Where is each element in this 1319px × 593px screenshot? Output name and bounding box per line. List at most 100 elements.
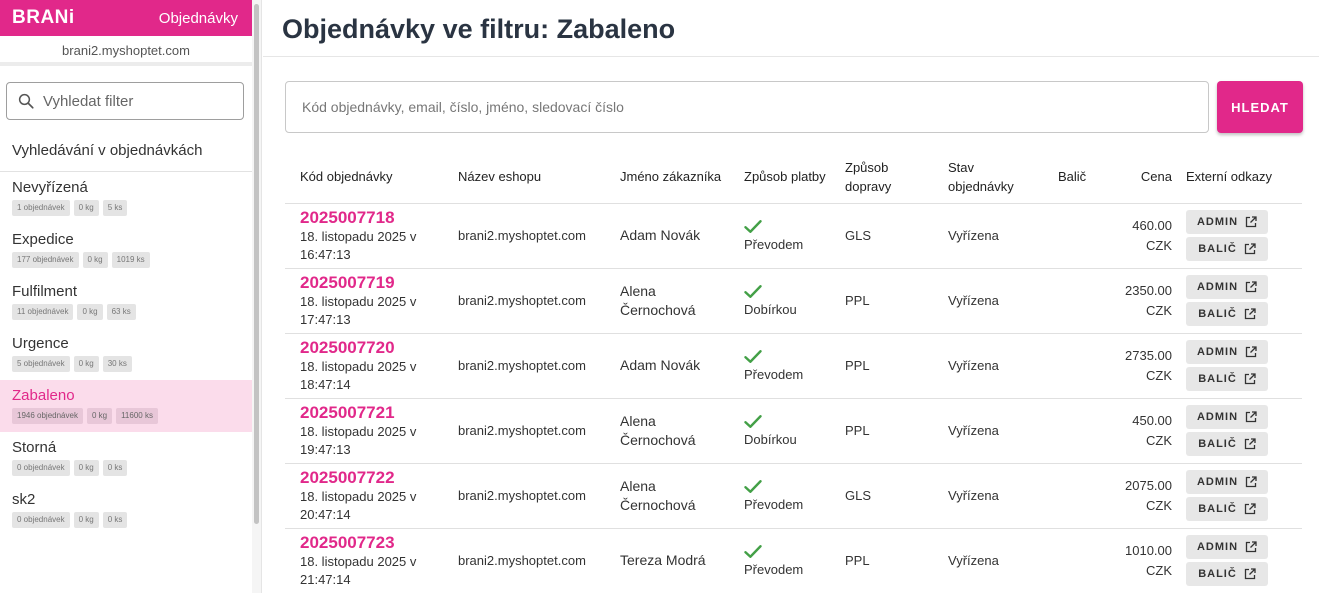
admin-link-label: ADMIN (1196, 411, 1239, 423)
status-cell: Vyřízena (933, 333, 1043, 399)
packer-link-label: BALIČ (1198, 438, 1237, 450)
admin-link-label: ADMIN (1196, 216, 1239, 228)
order-code-cell: 2025007722 18. listopadu 2025 v 20:47:14 (285, 463, 443, 529)
order-code-link[interactable]: 2025007722 (300, 468, 443, 488)
order-code-cell: 2025007718 18. listopadu 2025 v 16:47:13 (285, 203, 443, 269)
column-header-price[interactable]: Cena (1106, 151, 1186, 204)
column-header-shipping[interactable]: Způsob dopravy (830, 151, 933, 204)
status-cell: Vyřízena (933, 528, 1043, 593)
eshop-cell: brani2.myshoptet.com (443, 333, 605, 399)
shipping-cell: PPL (830, 333, 933, 399)
filter-item[interactable]: Fulfilment 11 objednávek 0 kg 63 ks (0, 276, 252, 328)
payment-method: Převodem (744, 236, 804, 252)
filter-name: sk2 (12, 491, 36, 508)
pieces-badge: 11600 ks (116, 408, 158, 424)
packer-link-button[interactable]: BALIČ (1186, 237, 1268, 261)
shipping-cell: GLS (830, 203, 933, 269)
packer-link-button[interactable]: BALIČ (1186, 497, 1268, 521)
shop-domain: brani2.myshoptet.com (0, 36, 252, 66)
order-count-badge: 0 objednávek (12, 460, 70, 476)
sidebar-scrollbar[interactable] (252, 0, 262, 593)
search-button[interactable]: HLEDAT (1217, 81, 1303, 133)
external-link-icon (1245, 541, 1257, 553)
filter-item[interactable]: Urgence 5 objednávek 0 kg 30 ks (0, 328, 252, 380)
sidebar-section-title: Vyhledávání v objednávkách (0, 138, 252, 172)
packer-link-label: BALIČ (1198, 568, 1237, 580)
packer-link-button[interactable]: BALIČ (1186, 367, 1268, 391)
admin-link-button[interactable]: ADMIN (1186, 535, 1268, 559)
eshop-cell: brani2.myshoptet.com (443, 463, 605, 529)
column-header-code[interactable]: Kód objednávky (285, 151, 443, 204)
filter-item[interactable]: sk2 0 objednávek 0 kg 0 ks (0, 484, 252, 536)
admin-link-button[interactable]: ADMIN (1186, 210, 1268, 234)
payment-cell: Převodem (729, 528, 830, 593)
packer-link-button[interactable]: BALIČ (1186, 562, 1268, 586)
search-icon (18, 93, 34, 109)
order-code-link[interactable]: 2025007719 (300, 273, 443, 293)
packer-link-button[interactable]: BALIČ (1186, 432, 1268, 456)
filter-item[interactable]: Nevyřízená 1 objednávek 0 kg 5 ks (0, 172, 252, 224)
packer-link-button[interactable]: BALIČ (1186, 302, 1268, 326)
external-link-icon (1244, 438, 1256, 450)
external-link-icon (1244, 568, 1256, 580)
external-link-icon (1245, 411, 1257, 423)
pieces-badge: 0 ks (102, 460, 128, 476)
filter-item[interactable]: Zabaleno 1946 objednávek 0 kg 11600 ks (0, 380, 252, 432)
filter-search-input[interactable] (43, 92, 223, 110)
column-header-eshop[interactable]: Název eshopu (443, 151, 605, 204)
admin-link-button[interactable]: ADMIN (1186, 340, 1268, 364)
filter-stats: 0 objednávek 0 kg 0 ks (12, 460, 240, 476)
price-cell: 2350.00 CZK (1106, 268, 1186, 334)
price-currency: CZK (1146, 237, 1172, 253)
filter-stats: 0 objednávek 0 kg 0 ks (12, 512, 240, 528)
admin-link-button[interactable]: ADMIN (1186, 470, 1268, 494)
column-header-status[interactable]: Stav objednávky (933, 151, 1043, 204)
order-count-badge: 11 objednávek (12, 304, 74, 320)
app-title[interactable]: Objednávky (159, 10, 238, 27)
column-header-customer[interactable]: Jméno zákazníka (605, 151, 729, 204)
filter-search-box[interactable] (6, 82, 244, 120)
customer-name: Adam Novák (620, 227, 701, 243)
pieces-badge: 30 ks (102, 356, 132, 372)
external-link-icon (1244, 308, 1256, 320)
order-code-link[interactable]: 2025007718 (300, 208, 443, 228)
price-amount: 460.00 (1132, 217, 1172, 233)
admin-link-button[interactable]: ADMIN (1186, 405, 1268, 429)
external-links-cell: ADMIN BALIČ (1186, 333, 1302, 399)
customer-name: Alena Černochová (620, 477, 696, 513)
order-code-link[interactable]: 2025007721 (300, 403, 443, 423)
filter-item[interactable]: Storná 0 objednávek 0 kg 0 ks (0, 432, 252, 484)
payment-method: Převodem (744, 366, 804, 382)
order-search-input[interactable] (285, 81, 1209, 133)
customer-name: Tereza Modrá (620, 552, 706, 568)
column-header-packer[interactable]: Balič (1043, 151, 1106, 204)
logo[interactable]: BRANi (12, 7, 75, 29)
packer-link-label: BALIČ (1198, 503, 1237, 515)
price-cell: 460.00 CZK (1106, 203, 1186, 269)
main-content: Objednávky ve filtru: Zabaleno HLEDAT Kó… (263, 0, 1319, 593)
pieces-badge: 5 ks (102, 200, 128, 216)
order-code-link[interactable]: 2025007720 (300, 338, 443, 358)
column-header-payment[interactable]: Způsob platby (729, 151, 830, 204)
order-code-link[interactable]: 2025007723 (300, 533, 443, 553)
table-row: 2025007721 18. listopadu 2025 v 19:47:13… (285, 398, 1302, 464)
price-currency: CZK (1146, 562, 1172, 578)
filter-stats: 177 objednávek 0 kg 1019 ks (12, 252, 240, 268)
order-date: 18. listopadu 2025 v 17:47:13 (300, 293, 417, 327)
payment-cell: Převodem (729, 463, 830, 529)
order-date: 18. listopadu 2025 v 21:47:14 (300, 553, 417, 587)
order-date: 18. listopadu 2025 v 18:47:14 (300, 358, 417, 392)
shipping-cell: PPL (830, 398, 933, 464)
weight-badge: 0 kg (86, 408, 113, 424)
order-search-row: HLEDAT (285, 81, 1303, 133)
payment-cell: Převodem (729, 203, 830, 269)
filter-name: Fulfilment (12, 283, 78, 300)
filter-name: Nevyřízená (12, 179, 88, 196)
check-icon (744, 544, 830, 561)
eshop-cell: brani2.myshoptet.com (443, 398, 605, 464)
scrollbar-thumb[interactable] (254, 4, 259, 524)
admin-link-button[interactable]: ADMIN (1186, 275, 1268, 299)
check-icon (744, 219, 830, 236)
packer-cell (1043, 333, 1106, 399)
filter-item[interactable]: Expedice 177 objednávek 0 kg 1019 ks (0, 224, 252, 276)
